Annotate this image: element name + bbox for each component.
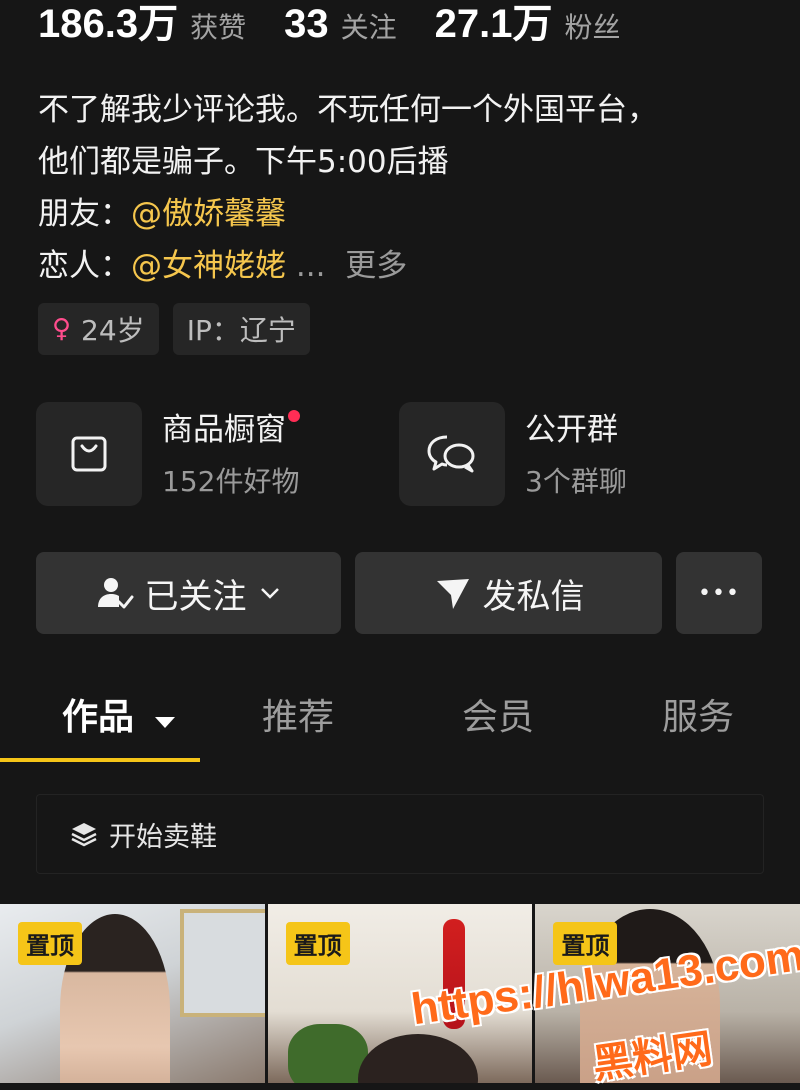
more-dots-icon: ••• [698, 580, 740, 606]
profile-actions: 已关注 发私信 ••• [36, 552, 762, 634]
shop-window-card[interactable]: 商品橱窗 152件好物 [36, 402, 300, 506]
bio-ellipsis: ... [295, 248, 326, 284]
public-group-title: 公开群 [525, 412, 618, 448]
profile-stats: 186.3万 获赞 33 关注 27.1万 粉丝 [38, 0, 659, 46]
active-tab-indicator [0, 758, 200, 762]
thumbnail-image [180, 909, 265, 1017]
shop-window-count: 152件好物 [162, 465, 300, 498]
shopping-bag-icon [71, 436, 107, 472]
following-button-label: 已关注 [144, 576, 247, 617]
following-stat[interactable]: 33 关注 [284, 4, 397, 46]
pinned-badge: 置顶 [285, 922, 350, 965]
likes-stat[interactable]: 186.3万 获赞 [38, 4, 246, 46]
thumbnail-image [287, 1024, 368, 1083]
profile-bio: 不了解我少评论我。不玩任何一个外国平台， 他们都是骗子。下午5:00后播 朋友：… [38, 84, 778, 292]
lover-mention-link[interactable]: @女神姥姥 [131, 248, 286, 284]
shop-icon-box [36, 402, 142, 506]
bio-friend-row: 朋友：@傲娇馨馨 [38, 188, 778, 240]
followers-stat[interactable]: 27.1万 粉丝 [435, 4, 621, 46]
send-message-button[interactable]: 发私信 [355, 552, 662, 634]
followers-label: 粉丝 [564, 11, 621, 44]
tab-works[interactable]: 作品 [62, 686, 177, 751]
chevron-down-icon [257, 580, 283, 606]
bio-more-link[interactable]: 更多 [345, 248, 407, 284]
likes-label: 获赞 [190, 11, 247, 44]
video-thumbnail[interactable]: 置顶 [0, 904, 265, 1083]
following-button[interactable]: 已关注 [36, 552, 341, 634]
ip-text: IP：辽宁 [186, 314, 296, 347]
lover-label: 恋人： [38, 248, 131, 284]
tab-works-label: 作品 [62, 697, 135, 738]
female-icon: ♀ [52, 314, 72, 344]
age-text: 24岁 [81, 314, 145, 347]
layers-icon [69, 819, 99, 849]
likes-count: 186.3万 [38, 2, 179, 46]
public-group-card[interactable]: 公开群 3个群聊 [399, 402, 627, 506]
followers-count: 27.1万 [434, 2, 553, 46]
tab-member[interactable]: 会员 [462, 686, 534, 750]
bio-lover-row: 恋人：@女神姥姥 ... 更多 [38, 240, 778, 292]
user-check-icon [95, 573, 135, 613]
more-options-button[interactable]: ••• [676, 552, 762, 634]
group-icon-box [399, 402, 505, 506]
pinned-badge: 置顶 [18, 922, 82, 965]
following-label: 关注 [340, 11, 397, 44]
collection-entry[interactable]: 开始卖鞋 [36, 794, 764, 874]
bio-line-1: 不了解我少评论我。不玩任何一个外国平台， [38, 92, 658, 128]
ip-tag: IP：辽宁 [172, 303, 310, 355]
send-icon [433, 573, 473, 613]
profile-tags: ♀ 24岁 IP：辽宁 [38, 303, 310, 355]
thumbnail-image [357, 1034, 478, 1083]
send-message-label: 发私信 [482, 576, 585, 617]
following-count: 33 [284, 2, 329, 46]
friend-mention-link[interactable]: @傲娇馨馨 [131, 196, 286, 232]
notification-dot [288, 410, 300, 422]
tab-recommend[interactable]: 推荐 [262, 686, 334, 750]
chat-bubbles-icon [427, 435, 475, 473]
tab-service[interactable]: 服务 [662, 686, 734, 750]
content-tabs: 作品 推荐 会员 服务 [0, 686, 800, 762]
collection-label: 开始卖鞋 [109, 821, 217, 853]
age-tag: ♀ 24岁 [38, 303, 159, 355]
friend-label: 朋友： [38, 196, 131, 232]
public-group-count: 3个群聊 [525, 465, 627, 498]
caret-down-icon [153, 687, 177, 751]
bio-line-2: 他们都是骗子。下午5:00后播 [38, 144, 449, 180]
shop-window-title-text: 商品橱窗 [162, 412, 286, 448]
shop-window-title: 商品橱窗 [162, 408, 300, 452]
